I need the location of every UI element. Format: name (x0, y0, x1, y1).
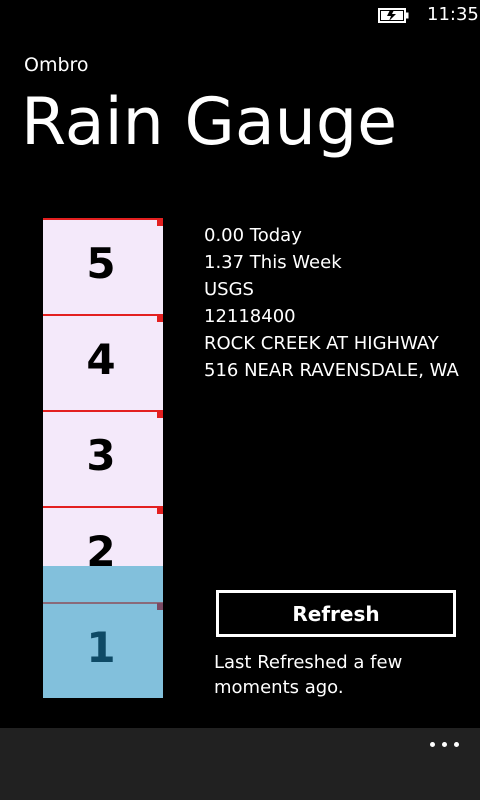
gauge-mark-tick (157, 219, 163, 226)
gauge-mark-tick (157, 315, 163, 322)
battery-charging-icon (378, 8, 409, 23)
rain-gauge: 5 4 3 2 1 (43, 218, 163, 698)
rainfall-week: 1.37 This Week (204, 252, 342, 273)
gauge-label: 4 (86, 335, 116, 384)
app-name: Ombro (24, 54, 89, 76)
gauge-label: 2 (86, 527, 116, 576)
status-bar: 11:35 (0, 0, 480, 32)
data-source: USGS (204, 279, 254, 300)
ellipsis-icon[interactable] (426, 734, 462, 758)
gauge-label: 1 (86, 623, 116, 672)
gauge-mark-tick (157, 603, 163, 610)
gauge-label: 5 (86, 239, 116, 288)
gauge-mark-line (43, 410, 163, 412)
gauge-mark-tick (157, 507, 163, 514)
last-refreshed-text: Last Refreshed a few moments ago. (214, 652, 403, 698)
gauge-mark-line (43, 218, 163, 220)
status-clock: 11:35 (427, 4, 479, 25)
refresh-button[interactable]: Refresh (216, 590, 456, 637)
gauge-mark-line (43, 602, 163, 604)
gauge-mark-line (43, 506, 163, 508)
rainfall-today: 0.00 Today (204, 225, 302, 246)
station-id: 12118400 (204, 306, 296, 327)
station-name-line-2: 516 NEAR RAVENSDALE, WA (204, 360, 459, 381)
station-name-line-1: ROCK CREEK AT HIGHWAY (204, 333, 439, 354)
app-bar (0, 728, 480, 800)
station-info: 0.00 Today 1.37 This Week USGS 12118400 … (204, 222, 459, 384)
gauge-scale: 5 4 3 2 1 (43, 218, 163, 698)
gauge-mark-line (43, 314, 163, 316)
gauge-mark-tick (157, 411, 163, 418)
gauge-label: 3 (86, 431, 116, 480)
page-title: Rain Gauge (21, 85, 398, 160)
